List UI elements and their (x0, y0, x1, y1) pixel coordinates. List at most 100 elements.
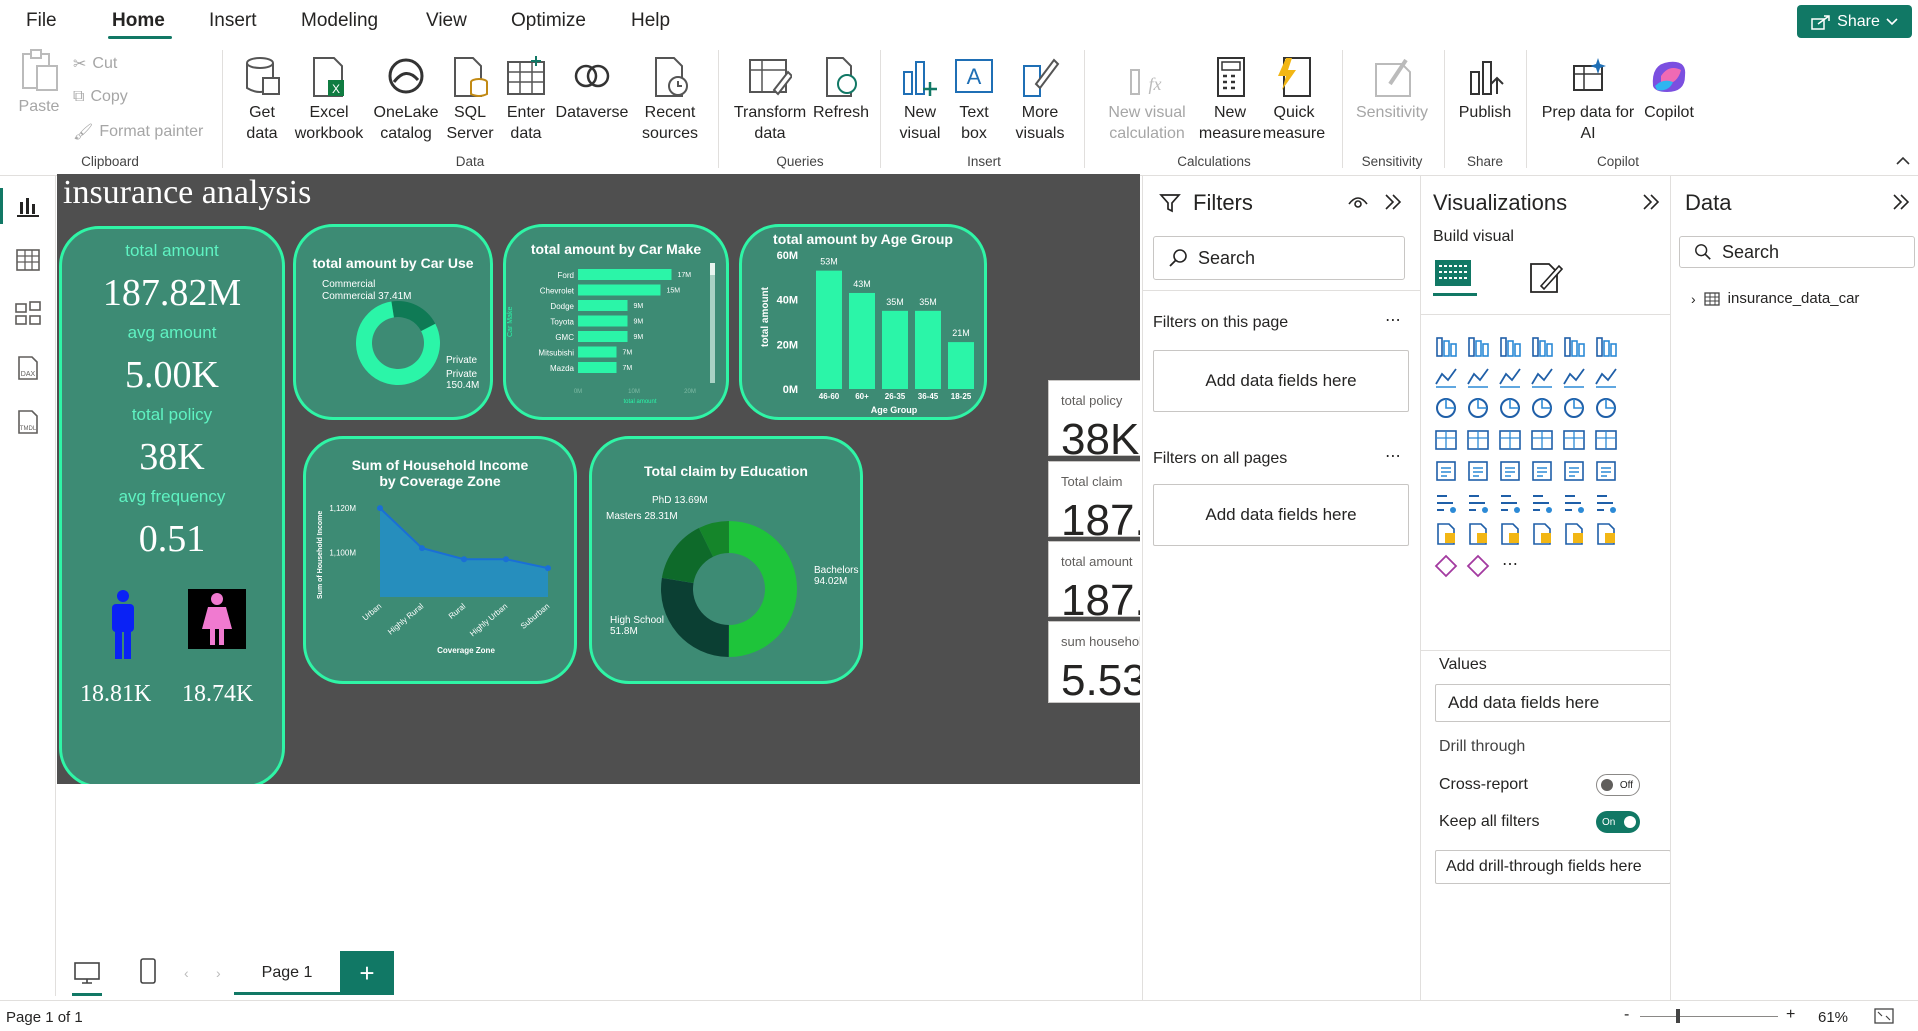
prep-data-for-ai-button[interactable]: Prep data for AI (1536, 56, 1640, 144)
python-visual-icon[interactable] (1433, 490, 1463, 520)
add-page-button[interactable]: + (340, 951, 394, 995)
slicer-icon[interactable] (1497, 458, 1527, 488)
metrics-card[interactable]: total amount 187.82M avg amount 5.00K to… (59, 226, 285, 784)
mobile-layout-icon[interactable] (138, 957, 158, 987)
desktop-layout-icon[interactable] (72, 959, 102, 987)
car-make-chart[interactable]: total amount by Car Make Car Make Ford 17M… (503, 224, 729, 420)
zoom-out-icon[interactable]: - (1624, 1006, 1629, 1024)
household-income-chart[interactable]: Sum of Household Income by Coverage Zone… (303, 436, 577, 684)
power-apps-icon[interactable] (1497, 521, 1527, 551)
treemap-icon[interactable] (1433, 427, 1463, 457)
100-area-icon[interactable] (1529, 364, 1559, 394)
matrix-icon[interactable] (1561, 458, 1591, 488)
line-chart-icon[interactable] (1433, 364, 1463, 394)
stacked-area-icon[interactable] (1497, 364, 1527, 394)
zoom-slider-thumb[interactable] (1676, 1009, 1680, 1023)
funnel-chart-icon[interactable] (1497, 395, 1527, 425)
table-view-icon[interactable] (14, 246, 42, 274)
new-visual-button[interactable]: New visual (892, 56, 948, 144)
get-data-button[interactable]: Get data (234, 56, 290, 144)
page-tab[interactable]: Page 1 (234, 953, 340, 995)
zoom-slider[interactable] (1640, 1016, 1778, 1017)
tmdl-view-icon[interactable]: TMDL (14, 408, 42, 436)
cross-report-toggle[interactable]: Off (1596, 774, 1640, 796)
more-visuals-button[interactable]: More visuals (1004, 56, 1076, 144)
line-clustered-column-icon[interactable] (1593, 364, 1623, 394)
clustered-column-chart-icon[interactable] (1529, 332, 1559, 362)
quick-measure-button[interactable]: Quick measure (1262, 56, 1326, 144)
filled-map-icon[interactable] (1497, 427, 1527, 457)
menu-modeling[interactable]: Modeling (301, 10, 378, 32)
onelake-catalog-button[interactable]: OneLake catalog (368, 56, 444, 144)
drill-through-dropzone[interactable]: Add drill-through fields here (1435, 850, 1671, 884)
more-options-icon[interactable]: ⋯ (1385, 310, 1401, 330)
age-group-chart[interactable]: total amount by Age Group 0M 20M 40M 60M tot… (739, 224, 987, 420)
power-bi-icon[interactable] (1433, 553, 1463, 583)
goals-icon[interactable] (1593, 490, 1623, 520)
collapse-viz-icon[interactable] (1641, 192, 1661, 212)
data-search-input[interactable]: Search (1679, 236, 1915, 268)
decomposition-tree-icon[interactable] (1497, 490, 1527, 520)
cut-button[interactable]: ✂ Cut (73, 54, 117, 74)
menu-optimize[interactable]: Optimize (511, 10, 586, 32)
menu-view[interactable]: View (426, 10, 467, 32)
enter-data-button[interactable]: Enter data (500, 56, 552, 144)
keep-all-filters-toggle[interactable]: On (1596, 811, 1640, 833)
new-measure-button[interactable]: New measure (1198, 56, 1262, 144)
table-icon[interactable] (1529, 458, 1559, 488)
collapse-filters-icon[interactable] (1383, 192, 1403, 212)
sql-server-button[interactable]: SQL Server (446, 56, 494, 144)
text-slicer-icon[interactable] (1561, 521, 1591, 551)
collapse-ribbon-icon[interactable] (1896, 156, 1910, 166)
report-page[interactable]: insurance analysis total amount 187.82M … (57, 174, 1140, 784)
prev-page-icon[interactable]: ‹ (184, 965, 189, 981)
paginated-report-icon[interactable] (1433, 521, 1463, 551)
line-column-icon[interactable] (1561, 364, 1591, 394)
key-influencers-icon[interactable] (1465, 490, 1495, 520)
card-new-icon[interactable] (1465, 521, 1495, 551)
dataverse-button[interactable]: Dataverse (554, 56, 630, 123)
card-icon[interactable] (1593, 427, 1623, 457)
multi-row-card-icon[interactable] (1433, 458, 1463, 488)
sensitivity-button[interactable]: Sensitivity (1352, 56, 1432, 123)
filters-search-input[interactable]: Search (1153, 236, 1405, 280)
menu-file[interactable]: File (26, 10, 57, 32)
kpi-card-total-claim[interactable]: Total claim 187.... (1048, 461, 1140, 537)
qa-icon[interactable] (1529, 490, 1559, 520)
share-button[interactable]: Share (1797, 5, 1912, 38)
pie-chart-icon[interactable] (1561, 395, 1591, 425)
stacked-bar-chart-icon[interactable] (1433, 332, 1463, 362)
100-stacked-bar-icon[interactable] (1561, 332, 1591, 362)
format-painter-button[interactable]: 🖌 Format painter (73, 122, 203, 142)
new-visual-calculation-button[interactable]: fx New visual calculation (1094, 56, 1200, 144)
more-options-icon[interactable]: ⋯ (1385, 446, 1401, 466)
chevron-visual-icon[interactable] (1465, 553, 1495, 583)
power-automate-icon[interactable] (1529, 521, 1559, 551)
fit-to-page-icon[interactable] (1874, 1008, 1894, 1024)
next-page-icon[interactable]: › (216, 965, 221, 981)
100-stacked-column-icon[interactable] (1593, 332, 1623, 362)
area-chart-icon[interactable] (1465, 364, 1495, 394)
model-view-icon[interactable] (14, 300, 42, 328)
copilot-button[interactable]: Copilot (1638, 56, 1700, 123)
menu-help[interactable]: Help (631, 10, 670, 32)
copy-button[interactable]: ⧉ Copy (73, 88, 128, 106)
eye-icon[interactable] (1347, 192, 1369, 212)
clustered-bar-chart-icon[interactable] (1497, 332, 1527, 362)
menu-insert[interactable]: Insert (209, 10, 257, 32)
menu-home[interactable]: Home (112, 10, 165, 32)
kpi-card-household[interactable]: sum household... 5.53... (1048, 621, 1140, 703)
r-visual-icon[interactable] (1593, 458, 1623, 488)
transform-data-button[interactable]: Transform data (730, 56, 810, 144)
text-box-button[interactable]: A Text box (948, 56, 1000, 144)
recent-sources-button[interactable]: Recent sources (632, 56, 708, 144)
zoom-in-icon[interactable]: + (1786, 1006, 1795, 1024)
publish-button[interactable]: Publish (1454, 56, 1516, 123)
kpi-card-total-policy[interactable]: total policy 38K (1048, 380, 1140, 456)
values-dropzone[interactable]: Add data fields here (1435, 684, 1671, 722)
paste-button[interactable]: Paste (16, 48, 62, 117)
kpi-card-total-amount[interactable]: total amount 187.... (1048, 541, 1140, 617)
format-visual-icon[interactable] (1527, 260, 1563, 296)
car-use-chart[interactable]: total amount by Car Use Commercial Comme… (293, 224, 493, 420)
donut-chart-icon[interactable] (1593, 395, 1623, 425)
